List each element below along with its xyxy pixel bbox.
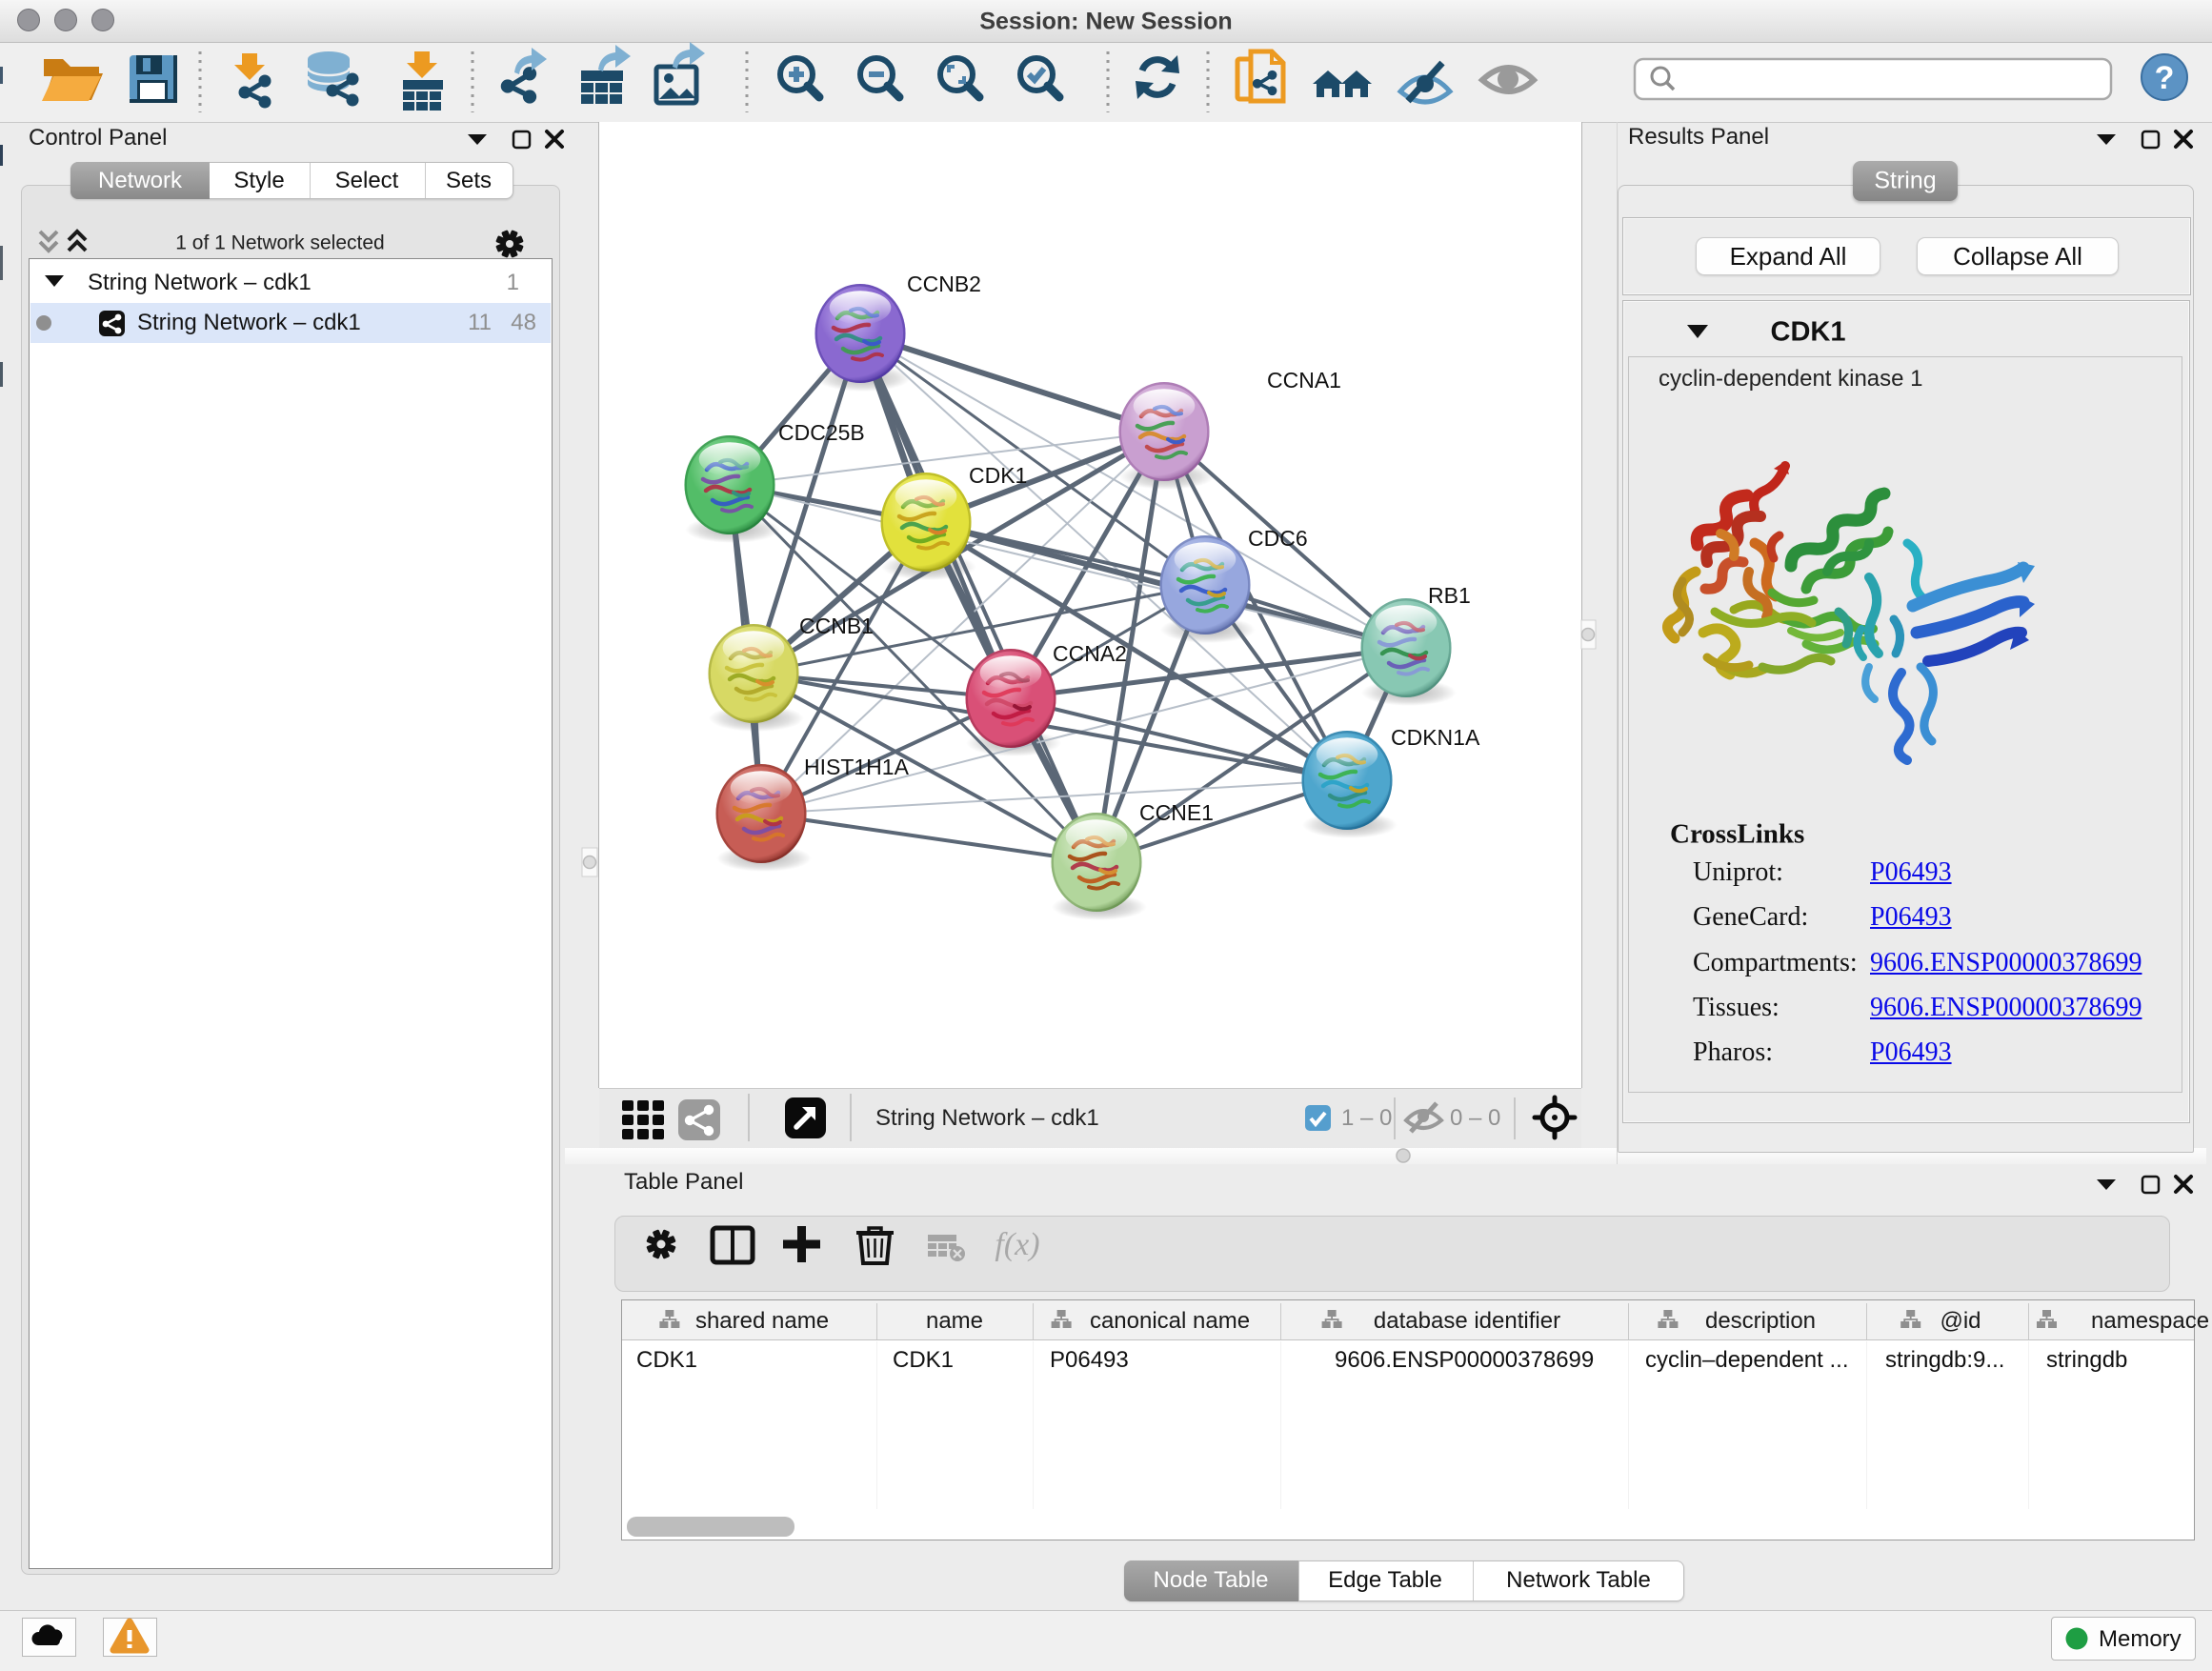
svg-text:CCNB2: CCNB2 xyxy=(907,272,981,296)
svg-text:CDK1: CDK1 xyxy=(969,463,1027,488)
svg-text:CDC6: CDC6 xyxy=(1248,526,1308,551)
svg-text:CCNE1: CCNE1 xyxy=(1139,800,1214,825)
svg-text:HIST1H1A: HIST1H1A xyxy=(804,755,910,779)
svg-text:CDC25B: CDC25B xyxy=(778,420,865,445)
svg-text:CDKN1A: CDKN1A xyxy=(1391,725,1480,750)
svg-text:?: ? xyxy=(2155,60,2175,96)
svg-text:RB1: RB1 xyxy=(1428,583,1471,608)
svg-text:CCNA2: CCNA2 xyxy=(1053,641,1127,666)
svg-text:CCNB1: CCNB1 xyxy=(799,614,874,638)
svg-text:CCNA1: CCNA1 xyxy=(1267,368,1341,393)
